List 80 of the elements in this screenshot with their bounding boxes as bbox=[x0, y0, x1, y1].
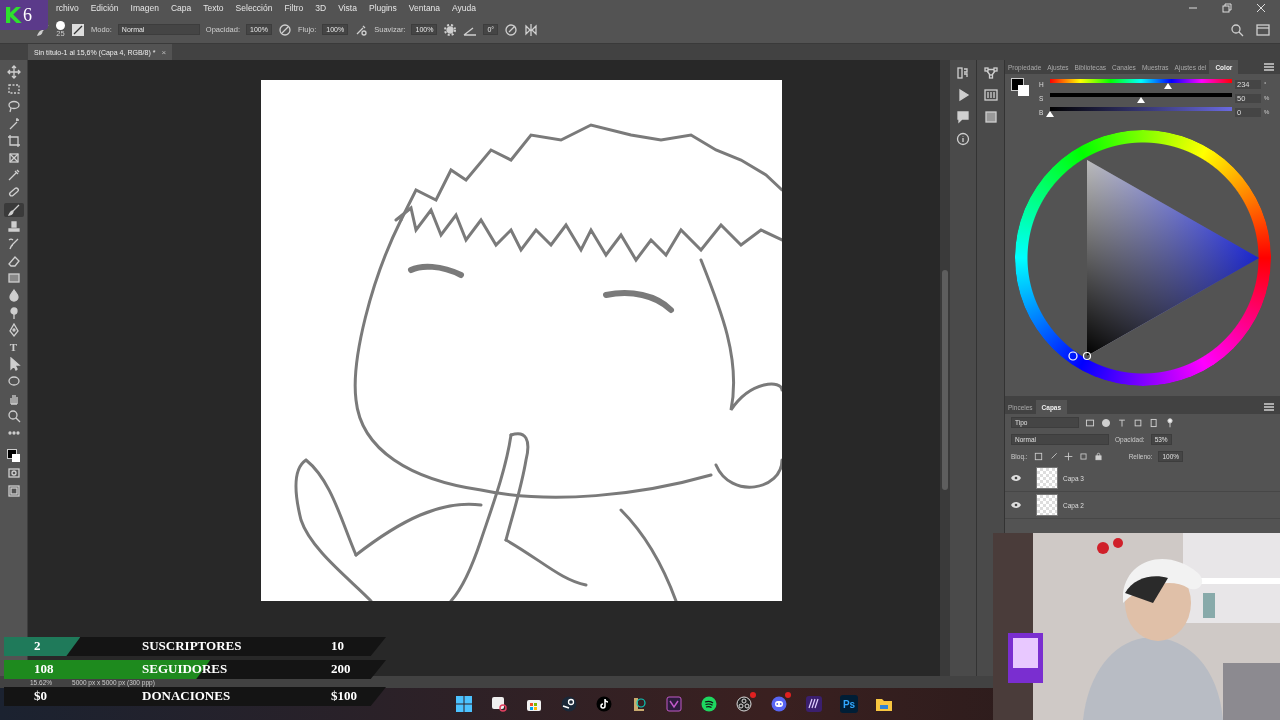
screen-mode-icon bbox=[6, 483, 21, 498]
pressure-size-icon bbox=[504, 22, 519, 37]
menu-item[interactable]: 3D bbox=[309, 3, 333, 13]
goal-target: $100 bbox=[331, 688, 357, 704]
goal-label: SEGUIDORES bbox=[142, 661, 228, 677]
tool-button[interactable]: T bbox=[3, 340, 24, 354]
stamp-icon bbox=[6, 219, 21, 234]
eraser-icon bbox=[6, 254, 21, 269]
gradient-panel-icon bbox=[983, 110, 998, 124]
history-icon bbox=[956, 66, 970, 80]
channel-logo: K6 bbox=[0, 0, 48, 30]
menu-item[interactable]: Texto bbox=[197, 3, 230, 13]
restore-icon[interactable] bbox=[1222, 3, 1232, 13]
path-icon bbox=[983, 66, 998, 80]
lasso-icon bbox=[6, 99, 21, 114]
eye-icon[interactable] bbox=[1011, 502, 1021, 508]
color-swatches[interactable] bbox=[1011, 78, 1029, 96]
brush-tip-icon[interactable] bbox=[56, 21, 65, 31]
menu-item[interactable]: Capa bbox=[164, 3, 198, 13]
color-swatches[interactable] bbox=[6, 449, 21, 464]
layer-thumbnail bbox=[1036, 494, 1058, 516]
crop-icon bbox=[6, 133, 21, 148]
search-icon bbox=[1230, 22, 1244, 37]
goal-current: $0 bbox=[34, 688, 47, 704]
bandage-icon bbox=[6, 185, 21, 200]
close-icon[interactable] bbox=[1256, 3, 1266, 13]
info-icon bbox=[956, 132, 970, 146]
menu-item[interactable]: Ventana bbox=[402, 3, 447, 13]
quick-mask-icon bbox=[6, 466, 21, 481]
goal-current: 2 bbox=[34, 638, 41, 654]
adjustments-icon bbox=[983, 88, 998, 102]
toggle-icon bbox=[1165, 417, 1175, 428]
history-brush-icon bbox=[6, 236, 21, 251]
panel-menu-icon bbox=[1262, 60, 1276, 74]
zoom-icon bbox=[6, 408, 21, 423]
scrollbar-thumb[interactable] bbox=[942, 270, 948, 490]
type-filter-icon bbox=[1117, 417, 1127, 428]
artboard-icon bbox=[1078, 452, 1088, 461]
menu-item[interactable]: rchivo bbox=[50, 3, 85, 13]
pressure-icon bbox=[277, 22, 292, 37]
smart-object-icon bbox=[1149, 417, 1159, 428]
menu-item[interactable]: Imagen bbox=[124, 3, 165, 13]
slider-handle[interactable] bbox=[1046, 111, 1054, 117]
menu-item[interactable]: Filtro bbox=[278, 3, 310, 13]
shape-filter-icon bbox=[1133, 417, 1143, 428]
ellipse-icon bbox=[6, 374, 21, 389]
lock-icon bbox=[1093, 452, 1103, 461]
symmetry-icon bbox=[524, 22, 539, 37]
menu-item[interactable]: Vista bbox=[332, 3, 363, 13]
goal-current: 108 bbox=[34, 661, 54, 677]
move-icon bbox=[1063, 452, 1073, 461]
eyedropper-icon bbox=[6, 168, 21, 183]
marquee-icon bbox=[6, 82, 21, 97]
menu-item[interactable]: Plugins bbox=[362, 3, 403, 13]
goal-label: DONACIONES bbox=[142, 688, 231, 704]
menu-item[interactable]: Selección bbox=[229, 3, 279, 13]
menu-item[interactable]: Edición bbox=[84, 3, 125, 13]
workspace-icon bbox=[1256, 22, 1270, 37]
play-icon bbox=[956, 88, 970, 102]
text-tool[interactable]: T bbox=[9, 341, 18, 353]
settings-icon bbox=[443, 22, 458, 37]
goal-target: 200 bbox=[331, 661, 351, 677]
goal-target: 10 bbox=[331, 638, 344, 654]
layer-thumbnail bbox=[1036, 467, 1058, 489]
gradient-icon bbox=[6, 271, 21, 286]
eye-icon[interactable] bbox=[1011, 475, 1021, 481]
lock-pixels-icon bbox=[1033, 452, 1043, 461]
adjustment-filter-icon bbox=[1101, 417, 1111, 428]
drop-icon bbox=[6, 288, 21, 303]
brush-panel-icon bbox=[71, 22, 85, 37]
photoshop-app[interactable]: Ps bbox=[840, 695, 858, 713]
menu-item[interactable]: Ayuda bbox=[446, 3, 482, 13]
goal-label: SUSCRIPTORES bbox=[142, 638, 242, 654]
tool-button[interactable] bbox=[3, 202, 24, 217]
comment-icon bbox=[956, 110, 970, 124]
move-icon bbox=[6, 65, 21, 79]
frame-icon bbox=[6, 150, 21, 165]
image-filter-icon bbox=[1085, 417, 1095, 428]
brush-icon bbox=[6, 202, 21, 217]
panel-menu-icon bbox=[1262, 400, 1276, 414]
